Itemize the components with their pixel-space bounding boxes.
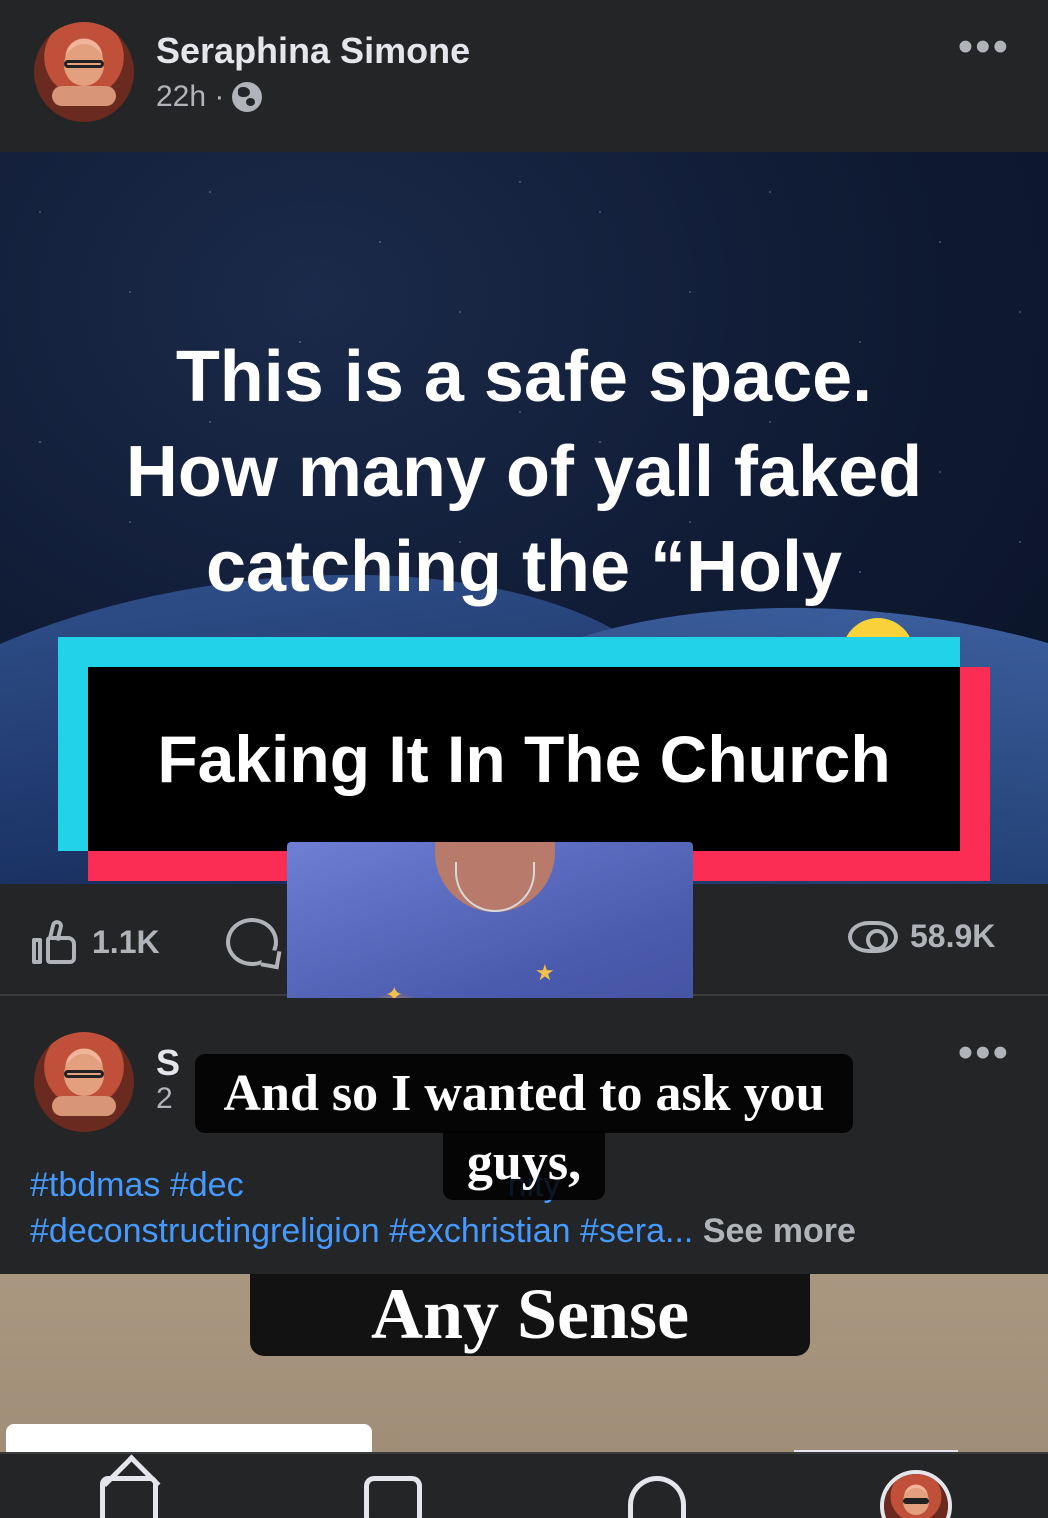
bell-icon[interactable] bbox=[628, 1476, 686, 1518]
video-subtitle: And so I wanted to ask you guys, bbox=[0, 1054, 1048, 1200]
avatar-hand bbox=[52, 86, 116, 106]
like-count: 1.1K bbox=[92, 923, 160, 960]
avatar-glasses bbox=[64, 60, 104, 68]
banner-black-layer: Faking It In The Church bbox=[88, 667, 960, 851]
author-avatar[interactable] bbox=[34, 22, 134, 122]
bottom-nav-bar bbox=[0, 1452, 1048, 1518]
view-count: 58.9K bbox=[910, 918, 996, 954]
post-header: Seraphina Simone 22h · ••• bbox=[0, 0, 1048, 152]
subtitle-line-2: guys, bbox=[442, 1131, 606, 1200]
like-icon bbox=[30, 918, 80, 966]
nav-avatar bbox=[884, 1474, 948, 1518]
see-more-link[interactable]: See more bbox=[703, 1212, 856, 1250]
video-caption-box: Any Sense bbox=[250, 1274, 810, 1356]
shirt-star-icon: ★ bbox=[535, 960, 555, 985]
comment-icon bbox=[226, 918, 278, 966]
globe-icon bbox=[232, 82, 263, 112]
chart-icon[interactable] bbox=[364, 1476, 422, 1518]
profile-avatar-icon[interactable] bbox=[880, 1470, 952, 1518]
views-indicator: 58.9K bbox=[848, 918, 995, 955]
hashtags-line2[interactable]: #deconstructingreligion #exchristian #se… bbox=[30, 1212, 693, 1250]
home-icon[interactable] bbox=[100, 1476, 158, 1518]
video-caption: Any Sense bbox=[370, 1274, 690, 1354]
subtitle-line-1: And so I wanted to ask you bbox=[195, 1054, 853, 1133]
banner-title: Faking It In The Church bbox=[157, 722, 891, 796]
eye-icon bbox=[848, 920, 898, 953]
post-time: 22h · bbox=[156, 80, 225, 113]
post-image-text: This is a safe space. How many of yall f… bbox=[125, 337, 923, 607]
like-button[interactable]: 1.1K bbox=[30, 918, 160, 966]
author-name[interactable]: Seraphina Simone bbox=[156, 30, 470, 72]
second-post-video[interactable]: Any Sense bbox=[0, 1274, 1048, 1518]
post-meta: 22h · bbox=[156, 80, 263, 114]
more-options-icon[interactable]: ••• bbox=[958, 25, 1010, 69]
